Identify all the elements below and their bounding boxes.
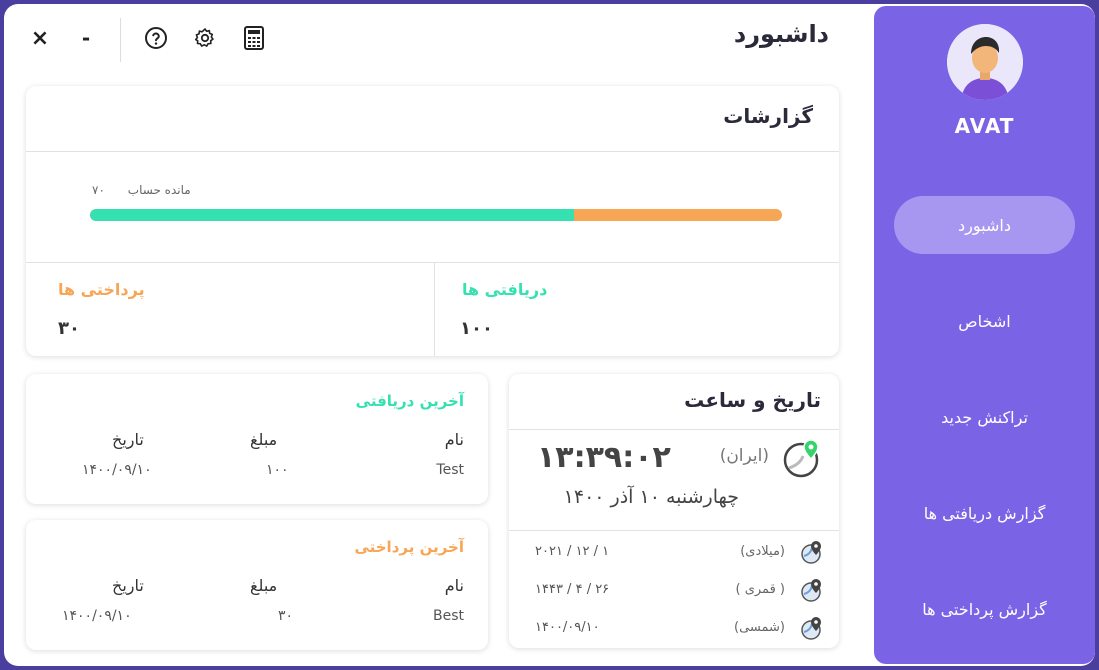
avatar bbox=[947, 24, 1023, 100]
last-received-card: آخرین دریافتی نام مبلغ تاریخ Test ۱۰۰ ۱۴… bbox=[26, 374, 488, 504]
balance-progress-bar bbox=[90, 209, 782, 221]
gear-icon[interactable] bbox=[191, 24, 219, 52]
datetime-title: تاریخ و ساعت bbox=[684, 388, 821, 412]
sidebar-item-dashboard[interactable]: داشبورد bbox=[894, 196, 1075, 254]
calendar-value: ۱۴۴۳ / ۴ / ۲۶ bbox=[535, 582, 610, 597]
sidebar-item-label: گزارش پرداختی ها bbox=[922, 599, 1047, 619]
column-date-header: تاریخ bbox=[112, 430, 144, 449]
received-bar-fill bbox=[90, 209, 575, 221]
close-symbol: × bbox=[30, 25, 50, 51]
received-value: ۱۰۰ bbox=[460, 318, 493, 339]
paid-row-name: Best bbox=[432, 608, 464, 624]
reports-vertical-divider bbox=[434, 262, 435, 356]
sidebar-item-label: تراکنش جدید bbox=[941, 407, 1028, 427]
clock-date: چهارشنبه ۱۰ آذر ۱۴۰۰ bbox=[563, 486, 739, 508]
minimize-symbol: - bbox=[81, 26, 91, 50]
calendar-row-gregorian: (میلادی) ۲۰۲۱ / ۱۲ / ۱ bbox=[509, 540, 839, 566]
calculator-icon[interactable] bbox=[240, 24, 268, 52]
page-title: داشبورد bbox=[733, 20, 829, 48]
calendar-name: ( قمری ) bbox=[735, 582, 786, 597]
globe-pin-icon bbox=[801, 616, 823, 640]
calendar-value: ۱۴۰۰/۰۹/۱۰ bbox=[535, 620, 600, 635]
sidebar-item-received-report[interactable]: گزارش دریافتی ها bbox=[894, 484, 1075, 542]
last-received-title: آخرین دریافتی bbox=[355, 392, 464, 410]
received-row-name: Test bbox=[436, 462, 464, 478]
sidebar-item-label: داشبورد bbox=[958, 215, 1011, 235]
reports-divider bbox=[26, 262, 839, 263]
clock-globe-icon bbox=[783, 438, 823, 478]
paid-row-amount: ۳۰ bbox=[278, 608, 294, 624]
column-amount-header: مبلغ bbox=[250, 430, 278, 449]
help-icon[interactable] bbox=[142, 24, 170, 52]
received-row-amount: ۱۰۰ bbox=[266, 462, 289, 478]
column-name-header: نام bbox=[444, 576, 464, 595]
calendar-value: ۲۰۲۱ / ۱۲ / ۱ bbox=[535, 544, 610, 559]
app-window: × - داشبورد گزارشات مانده حساب ۷۰ دریافت… bbox=[4, 4, 1095, 666]
sidebar: AVAT داشبورد اشخاص تراکنش جدید گزارش دری… bbox=[874, 6, 1095, 664]
sidebar-item-label: گزارش دریافتی ها bbox=[923, 503, 1046, 523]
calendar-name: (شمسی) bbox=[734, 620, 785, 635]
reports-title: گزارشات bbox=[723, 104, 813, 128]
datetime-divider bbox=[509, 530, 839, 531]
balance-text: مانده حساب bbox=[127, 183, 191, 197]
column-name-header: نام bbox=[444, 430, 464, 449]
globe-pin-icon bbox=[801, 540, 823, 564]
sidebar-item-people[interactable]: اشخاص bbox=[894, 292, 1075, 350]
balance-label: مانده حساب ۷۰ bbox=[92, 183, 191, 197]
column-amount-header: مبلغ bbox=[250, 576, 278, 595]
username: AVAT bbox=[954, 114, 1015, 138]
sidebar-item-paid-report[interactable]: گزارش پرداختی ها bbox=[894, 580, 1075, 638]
received-label: دریافتی ها bbox=[462, 280, 548, 299]
reports-header: گزارشات bbox=[26, 86, 839, 152]
paid-row-date: ۱۴۰۰/۰۹/۱۰ bbox=[62, 608, 132, 624]
close-icon[interactable]: × bbox=[26, 24, 54, 52]
clock-time: ۱۳:۳۹:۰۲ bbox=[537, 440, 671, 475]
last-paid-title: آخرین پرداختی bbox=[354, 538, 464, 556]
datetime-card: تاریخ و ساعت (ایران) ۱۳:۳۹:۰۲ چهارشنبه ۱… bbox=[509, 374, 839, 648]
clock-timezone: (ایران) bbox=[719, 446, 769, 466]
calendar-row-lunar: ( قمری ) ۱۴۴۳ / ۴ / ۲۶ bbox=[509, 578, 839, 604]
paid-label: پرداختی ها bbox=[58, 280, 145, 299]
received-row-date: ۱۴۰۰/۰۹/۱۰ bbox=[82, 462, 152, 478]
balance-value: ۷۰ bbox=[92, 183, 105, 197]
reports-card: گزارشات مانده حساب ۷۰ دریافتی ها ۱۰۰ پرد… bbox=[26, 86, 839, 356]
column-date-header: تاریخ bbox=[112, 576, 144, 595]
calendar-name: (میلادی) bbox=[740, 544, 785, 559]
last-paid-card: آخرین پرداختی نام مبلغ تاریخ Best ۳۰ ۱۴۰… bbox=[26, 520, 488, 650]
minimize-icon[interactable]: - bbox=[72, 24, 100, 52]
calendar-row-solar: (شمسی) ۱۴۰۰/۰۹/۱۰ bbox=[509, 616, 839, 642]
globe-pin-icon bbox=[801, 578, 823, 602]
sidebar-item-new-transaction[interactable]: تراکنش جدید bbox=[894, 388, 1075, 446]
datetime-header: تاریخ و ساعت bbox=[509, 374, 839, 430]
sidebar-item-label: اشخاص bbox=[958, 311, 1011, 331]
header-divider bbox=[120, 18, 121, 62]
paid-value: ۳۰ bbox=[58, 318, 80, 339]
